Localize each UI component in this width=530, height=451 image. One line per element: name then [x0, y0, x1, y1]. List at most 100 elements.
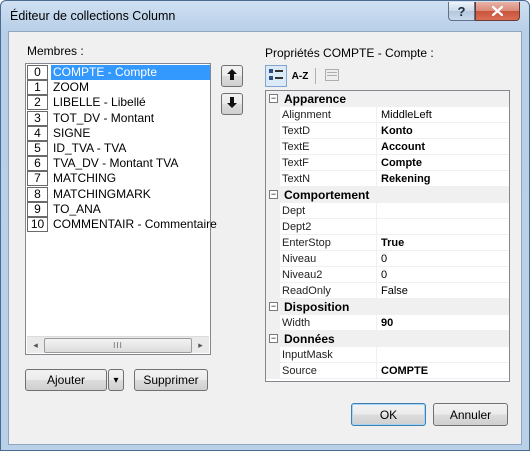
list-item-label: COMPTE - Compte [51, 65, 210, 80]
title-bar[interactable]: Éditeur de collections Column ? [1, 1, 529, 31]
list-item-label: TOT_DV - Montant [53, 110, 155, 125]
collapse-icon[interactable]: − [269, 302, 278, 311]
property-row[interactable]: Dept2 [266, 219, 509, 235]
property-row[interactable]: Dept [266, 203, 509, 219]
property-gutter [266, 155, 280, 171]
list-item[interactable]: 2 LIBELLE - Libellé [27, 95, 210, 111]
property-name: TextD [280, 123, 377, 139]
property-value[interactable]: MiddleLeft [377, 107, 509, 123]
list-item-index: 1 [27, 80, 48, 96]
property-value[interactable]: Account [377, 139, 509, 155]
help-button[interactable]: ? [448, 2, 475, 21]
list-item[interactable]: 9 TO_ANA [27, 201, 210, 217]
add-dropdown-button[interactable]: ▾ [108, 369, 124, 391]
property-value[interactable] [377, 203, 509, 219]
property-row[interactable]: EnterStop True [266, 235, 509, 251]
list-item-index: 5 [27, 141, 48, 156]
property-value[interactable]: True [377, 235, 509, 251]
close-button[interactable] [475, 2, 520, 21]
property-name: Niveau [280, 251, 377, 267]
list-item-label: TO_ANA [53, 201, 101, 216]
property-value[interactable] [377, 347, 509, 363]
property-pages-button[interactable] [321, 65, 343, 87]
property-grid[interactable]: − Apparence Alignment MiddleLeft TextD Konto T… [265, 90, 510, 382]
categorized-button[interactable] [265, 65, 287, 87]
property-row[interactable]: TextN Rekening [266, 171, 509, 187]
ok-button-label: OK [379, 407, 398, 422]
ok-button[interactable]: OK [351, 403, 426, 426]
scroll-left-button[interactable]: ◂ [27, 337, 44, 354]
property-row[interactable]: TextE Account [266, 139, 509, 155]
list-item[interactable]: 7 MATCHING [27, 171, 210, 187]
list-item-index: 3 [27, 110, 48, 126]
collapse-icon[interactable]: − [269, 94, 278, 103]
list-item[interactable]: 8 MATCHINGMARK [27, 186, 210, 202]
property-row[interactable]: TextF Compte [266, 155, 509, 171]
remove-button[interactable]: Supprimer [134, 369, 208, 391]
property-value[interactable]: Compte [377, 155, 509, 171]
property-category[interactable]: − Disposition [266, 299, 509, 315]
sort-alphabetical-icon: A-Z [291, 70, 309, 82]
move-up-button[interactable] [221, 65, 243, 87]
cancel-button[interactable]: Annuler [433, 403, 508, 426]
list-item-label: MATCHING [53, 171, 117, 186]
property-category[interactable]: − Apparence [266, 91, 509, 107]
property-toolbar: A-Z [265, 65, 510, 87]
property-row[interactable]: InputMask [266, 347, 509, 363]
property-row[interactable]: ReadOnly False [266, 283, 509, 299]
property-value[interactable]: COMPTE [377, 363, 509, 379]
property-value[interactable]: False [377, 283, 509, 299]
list-item[interactable]: 3 TOT_DV - Montant [27, 110, 210, 126]
property-name: Source [280, 363, 377, 379]
property-row[interactable]: Width 90 [266, 315, 509, 331]
property-value[interactable]: Rekening [377, 171, 509, 187]
arrow-up-icon [227, 69, 237, 83]
list-item-label: ZOOM [53, 80, 89, 95]
alphabetical-button[interactable]: A-Z [289, 65, 311, 87]
property-value[interactable]: 0 [377, 251, 509, 267]
property-value[interactable] [377, 219, 509, 235]
property-gutter [266, 251, 280, 267]
list-item[interactable]: 0 COMPTE - Compte [27, 65, 210, 80]
add-button[interactable]: Ajouter [25, 369, 107, 391]
list-item-index: 0 [27, 65, 48, 80]
property-name: Alignment [280, 107, 377, 123]
property-gutter [266, 123, 280, 139]
property-row[interactable]: TextD Konto [266, 123, 509, 139]
remove-button-label: Supprimer [143, 373, 199, 387]
property-row[interactable]: Niveau2 0 [266, 267, 509, 283]
property-value[interactable]: Konto [377, 123, 509, 139]
list-item[interactable]: 6 TVA_DV - Montant TVA [27, 156, 210, 172]
category-label: Comportement [284, 188, 370, 202]
close-icon [491, 4, 504, 19]
list-item[interactable]: 4 SIGNE [27, 125, 210, 141]
list-item[interactable]: 1 ZOOM [27, 80, 210, 96]
property-gutter [266, 235, 280, 251]
property-row[interactable]: Niveau 0 [266, 251, 509, 267]
category-label: Apparence [284, 92, 347, 106]
property-value[interactable]: 90 [377, 315, 509, 331]
property-name: Width [280, 315, 377, 331]
property-name: TextN [280, 171, 377, 187]
add-button-label: Ajouter [46, 373, 86, 387]
list-item[interactable]: 5 ID_TVA - TVA [27, 141, 210, 156]
list-item[interactable]: 10 COMMENTAIR - Commentaire [27, 217, 217, 232]
collapse-icon[interactable]: − [269, 334, 278, 343]
collapse-icon[interactable]: − [269, 190, 278, 199]
scroll-right-button[interactable]: ▸ [192, 337, 209, 354]
list-item-label: TVA_DV - Montant TVA [53, 156, 179, 171]
move-down-button[interactable] [221, 93, 243, 115]
arrow-down-icon [227, 97, 237, 111]
property-gutter [266, 203, 280, 219]
list-item-index: 10 [27, 217, 48, 232]
list-item-label: LIBELLE - Libellé [53, 95, 146, 110]
scrollbar-thumb[interactable]: III [44, 338, 192, 353]
list-item-label: COMMENTAIR - Commentaire [53, 217, 217, 231]
property-row[interactable]: Alignment MiddleLeft [266, 107, 509, 123]
horizontal-scrollbar[interactable]: ◂ III ▸ [27, 336, 209, 353]
members-list[interactable]: ◂ III ▸ 0 COMPTE - Compte 1 ZOOM 2 LIBELLE - … [25, 63, 217, 355]
property-category[interactable]: − Données [266, 331, 509, 347]
property-row[interactable]: Source COMPTE [266, 363, 509, 379]
property-category[interactable]: − Comportement [266, 187, 509, 203]
property-value[interactable]: 0 [377, 267, 509, 283]
